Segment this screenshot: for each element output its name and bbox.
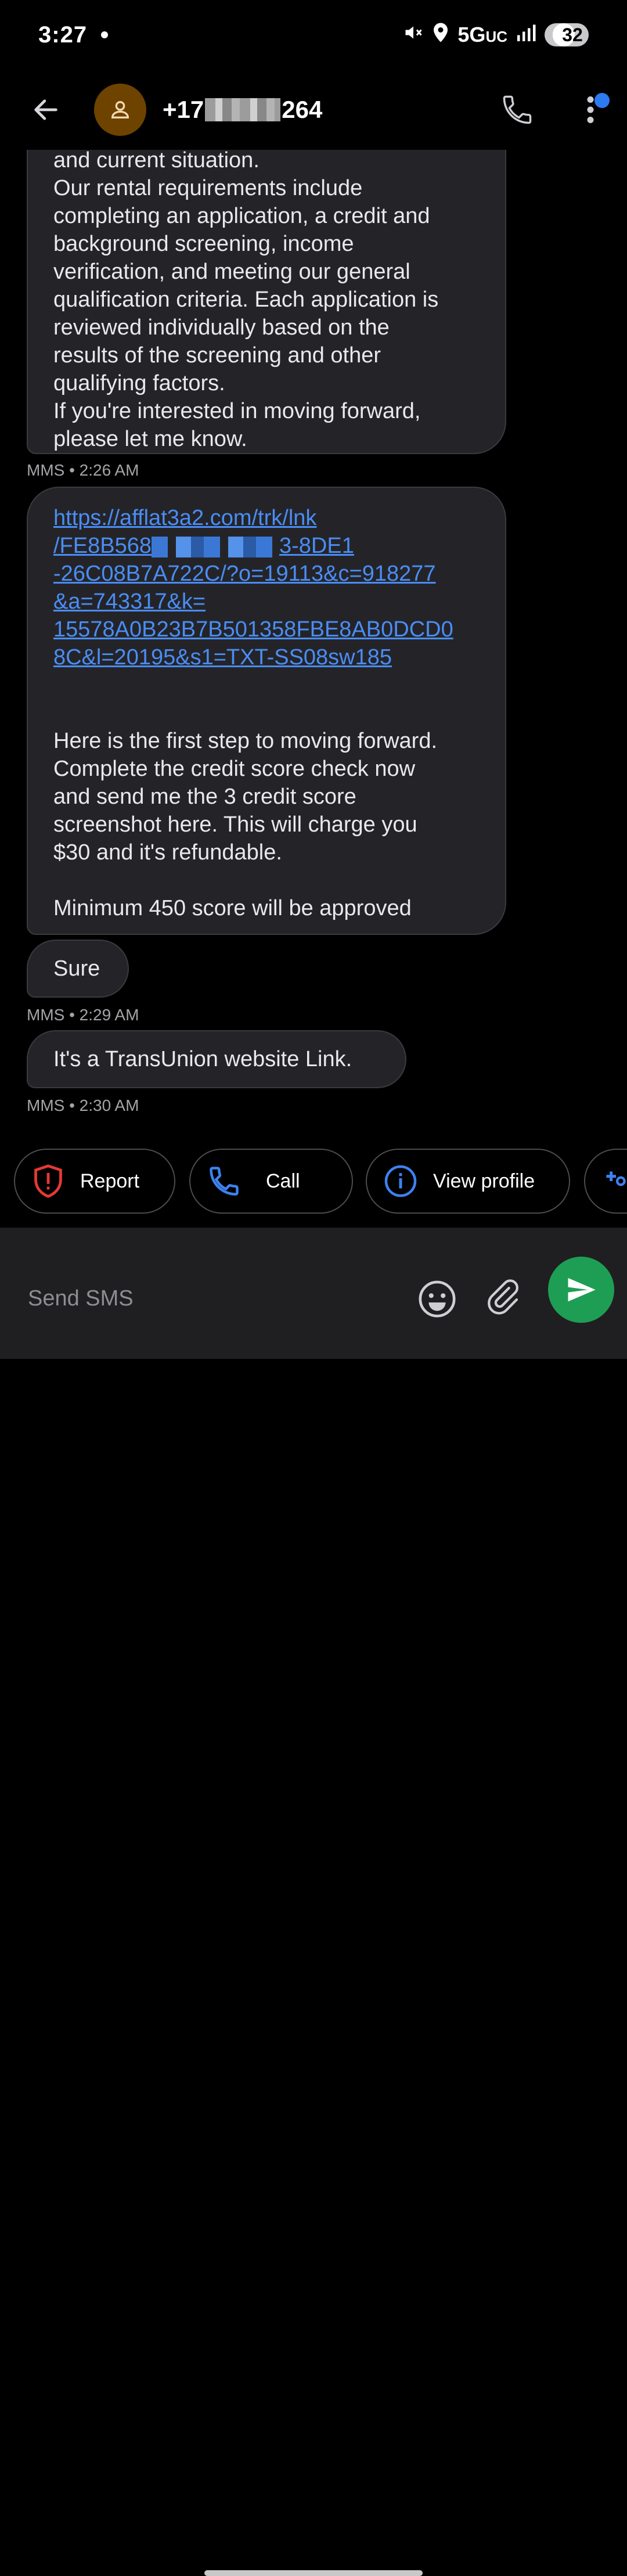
- notification-dot: [101, 31, 109, 38]
- unread-badge: [594, 93, 610, 108]
- status-time-text: 3:27: [38, 21, 88, 48]
- message-line: Complete the credit score check now: [53, 757, 416, 781]
- message-bubble-2[interactable]: https://afflat3a2.com/trk/lnk /FE8B568 3-…: [27, 487, 506, 935]
- message-link[interactable]: 15578A0B23B7B501358FBE8AB0DCD0: [53, 616, 480, 643]
- call-button[interactable]: [497, 89, 538, 130]
- phone-icon: [503, 95, 532, 124]
- battery-indicator: 32: [545, 23, 589, 46]
- shield-alert-icon: [34, 1164, 62, 1198]
- status-time: 3:27: [38, 21, 109, 48]
- back-button[interactable]: [26, 89, 66, 130]
- info-icon: [384, 1165, 417, 1197]
- emoji-icon: [419, 1280, 456, 1318]
- message-text: It's a TransUnion website Link.: [53, 1047, 352, 1071]
- mute-icon: [403, 22, 424, 48]
- call-chip[interactable]: Call: [189, 1149, 353, 1214]
- report-chip[interactable]: Report: [14, 1149, 175, 1214]
- call-chip-label: Call: [266, 1170, 300, 1192]
- attach-button[interactable]: [484, 1279, 525, 1319]
- emoji-button[interactable]: [417, 1279, 457, 1319]
- message-line: and send me the 3 credit score: [53, 785, 356, 809]
- message-line: reviewed individually based on the: [53, 315, 390, 340]
- message-meta-4: MMS • 2:30 AM: [27, 1096, 139, 1114]
- message-list[interactable]: and current situation. Our rental requir…: [0, 150, 627, 1141]
- message-line: qualifying factors.: [53, 371, 225, 395]
- send-icon: [568, 1278, 596, 1302]
- contact-suffix: 264: [282, 96, 323, 123]
- phone-icon: [210, 1167, 239, 1196]
- battery-level: 32: [562, 24, 583, 45]
- message-bubble-3[interactable]: Sure: [27, 940, 129, 998]
- message-link[interactable]: 8C&l=20195&s1=TXT-SS08sw185: [53, 643, 480, 671]
- message-bubble-4[interactable]: It's a TransUnion website Link.: [27, 1030, 406, 1088]
- message-link[interactable]: &a=743317&k=: [53, 588, 480, 616]
- add-contact-chip[interactable]: [584, 1149, 627, 1214]
- conversation-header: +17 264: [0, 70, 627, 150]
- location-icon: [432, 22, 449, 48]
- view-profile-chip-label: View profile: [433, 1170, 535, 1192]
- send-button[interactable]: [548, 1257, 614, 1323]
- more-options-button[interactable]: [570, 89, 611, 130]
- attach-icon: [488, 1279, 518, 1315]
- message-line: Here is the first step to moving forward…: [53, 729, 438, 753]
- send-sms-input[interactable]: [27, 1280, 398, 1317]
- back-arrow-icon: [34, 99, 57, 120]
- message-text: Sure: [53, 956, 100, 981]
- message-link[interactable]: -26C08B7A722C/?o=19113&c=918277: [53, 560, 480, 588]
- message-line: qualification criteria. Each application…: [53, 287, 439, 312]
- report-chip-label: Report: [80, 1170, 140, 1192]
- home-indicator[interactable]: [204, 2570, 423, 2576]
- message-meta-3: MMS • 2:29 AM: [27, 1006, 139, 1024]
- message-line: Our rental requirements include: [53, 176, 363, 200]
- redacted-link-segment: [152, 536, 279, 557]
- message-line: verification, and meeting our general: [53, 260, 410, 284]
- message-bubble-1[interactable]: and current situation. Our rental requir…: [27, 150, 506, 454]
- header-actions: [497, 89, 611, 130]
- message-line: completing an application, a credit and: [53, 204, 430, 228]
- message-meta-1: MMS • 2:26 AM: [27, 461, 139, 479]
- redacted-digits: [205, 98, 281, 121]
- status-bar: 3:27 5GUC 32: [0, 0, 627, 70]
- add-person-icon: [606, 1171, 626, 1186]
- avatar[interactable]: [94, 84, 146, 136]
- suggestion-chips: Report Call View profile: [14, 1149, 627, 1215]
- message-line: background screening, income: [53, 232, 354, 256]
- message-line: If you're interested in moving forward,: [53, 399, 421, 423]
- message-link[interactable]: /FE8B568 3-8DE1: [53, 532, 480, 560]
- view-profile-chip[interactable]: View profile: [366, 1149, 570, 1214]
- message-line: and current situation.: [53, 150, 260, 172]
- message-line: results of the screening and other: [53, 343, 381, 368]
- message-link[interactable]: https://afflat3a2.com/trk/lnk: [53, 504, 480, 532]
- network-type: 5GUC: [457, 23, 507, 46]
- person-icon: [111, 101, 129, 118]
- message-line: Minimum 450 score will be approved: [53, 896, 412, 920]
- message-line: screenshot here. This will charge you: [53, 812, 417, 837]
- message-line: $30 and it's refundable.: [53, 840, 282, 865]
- contact-name[interactable]: +17 264: [163, 96, 322, 124]
- message-line: please let me know.: [53, 427, 247, 451]
- message-composer: [0, 1228, 627, 2576]
- signal-icon: [516, 23, 536, 48]
- status-icons: 5GUC 32: [403, 22, 589, 48]
- contact-prefix: +17: [163, 96, 204, 123]
